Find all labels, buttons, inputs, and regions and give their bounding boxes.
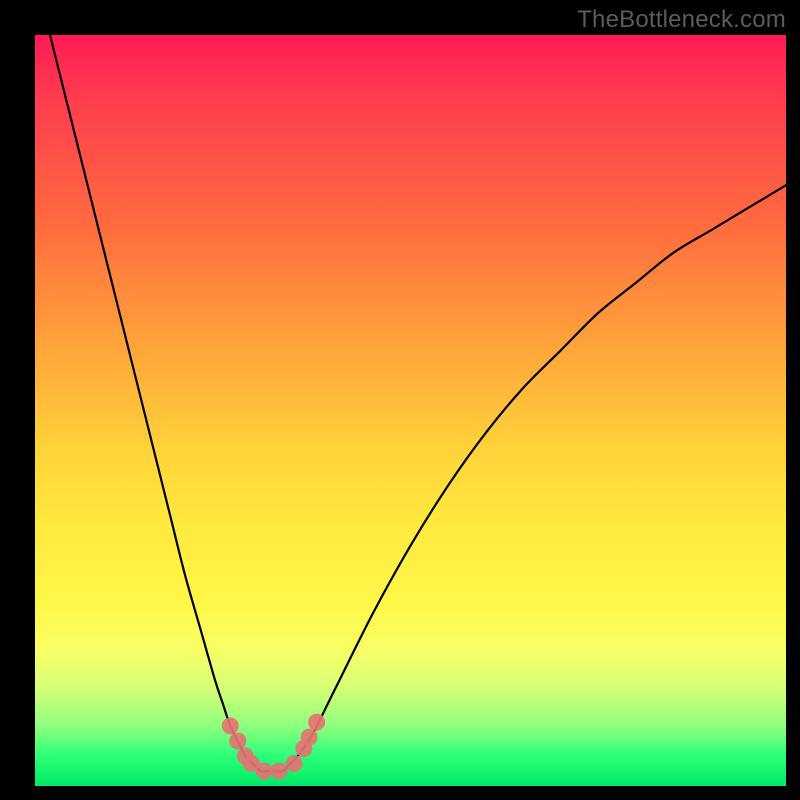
plot-area xyxy=(35,35,786,786)
curve-marker xyxy=(308,714,325,731)
curve-marker xyxy=(271,762,288,779)
curve-layer xyxy=(35,0,786,772)
curve-marker xyxy=(222,717,239,734)
curve-marker xyxy=(286,755,303,772)
curve-marker xyxy=(229,732,246,749)
marker-layer xyxy=(222,714,325,780)
bottleneck-curve xyxy=(35,0,786,772)
curve-marker xyxy=(301,729,318,746)
watermark-text: TheBottleneck.com xyxy=(577,6,786,34)
curve-marker xyxy=(256,762,273,779)
chart-svg xyxy=(35,35,786,786)
chart-frame: TheBottleneck.com xyxy=(0,0,800,800)
